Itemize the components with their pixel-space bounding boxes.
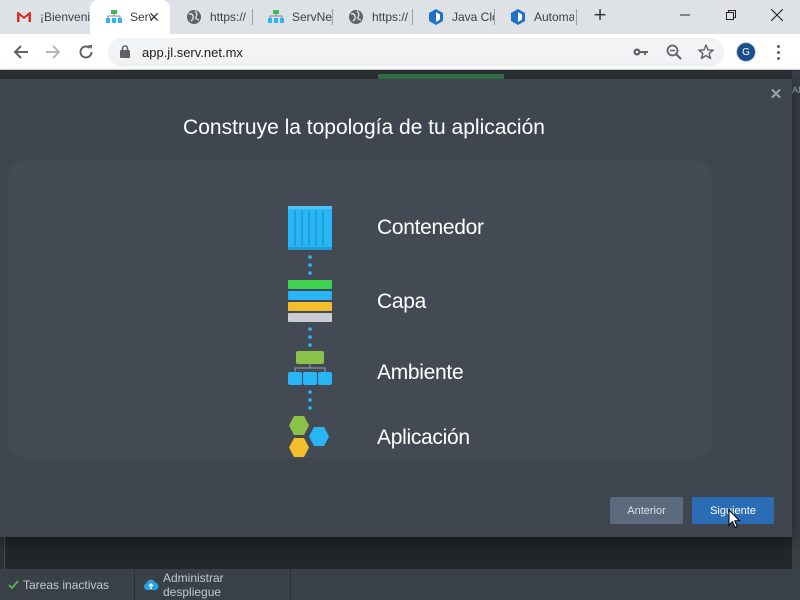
application-icon — [286, 413, 334, 463]
topology-label-layer: Capa — [377, 290, 427, 313]
deploy-label: Administrar despliegue — [163, 570, 224, 599]
tab-separator — [576, 9, 577, 25]
topology-label-application: Aplicación — [377, 426, 470, 449]
bookmark-star-icon[interactable] — [698, 44, 714, 60]
new-tab-button[interactable]: + — [590, 4, 610, 27]
close-window-icon[interactable] — [754, 0, 800, 30]
topology-label-environment: Ambiente — [377, 361, 464, 384]
topology-label-container: Contenedor — [377, 216, 484, 239]
deploy-manager[interactable]: Administrar despliegue — [135, 569, 291, 600]
servnet-icon — [268, 9, 284, 25]
address-bar[interactable]: app.jl.serv.net.mx — [108, 38, 724, 66]
background-side-column — [792, 71, 800, 600]
tab-servnet-2[interactable]: ServNet — [252, 0, 332, 34]
tab-title: https:// — [210, 10, 247, 24]
tab-title: https:// — [372, 10, 409, 24]
container-icon — [286, 205, 334, 251]
cloud-deploy-icon — [143, 579, 159, 591]
key-icon[interactable] — [633, 44, 649, 60]
tab-https-2[interactable]: https:// — [332, 0, 412, 34]
tab-title: ¡Bienvenido — [40, 10, 90, 24]
restore-window-icon[interactable] — [708, 0, 754, 30]
tab-https-1[interactable]: https:// — [170, 0, 252, 34]
environment-icon — [286, 350, 334, 386]
status-bar: Tareas inactivas Administrar despliegue — [0, 569, 800, 600]
background-panel — [4, 537, 792, 569]
tab-title: Automatic — [534, 10, 574, 24]
modal-title: Construye la topología de tu aplicación — [183, 116, 545, 139]
layer-icon — [286, 280, 334, 324]
tab-close-icon[interactable]: ✕ — [148, 9, 160, 26]
profile-avatar[interactable]: G — [736, 42, 756, 62]
servnet-icon — [106, 9, 122, 25]
gmail-icon — [16, 9, 32, 25]
browser-tab-strip: ¡Bienvenido ServNet ✕ https:// ServNet h… — [0, 0, 800, 34]
jelastic-icon — [510, 9, 526, 25]
back-arrow-icon[interactable] — [9, 40, 33, 64]
check-icon — [8, 579, 19, 590]
tab-title: ServNet — [292, 10, 332, 24]
zoom-icon[interactable] — [666, 44, 682, 60]
url-text: app.jl.serv.net.mx — [142, 45, 243, 60]
jelastic-icon — [428, 9, 444, 25]
connector-dots — [308, 327, 312, 347]
tab-title: Java Cloud — [452, 10, 494, 24]
globe-icon — [186, 9, 202, 25]
tasks-status[interactable]: Tareas inactivas — [0, 569, 135, 600]
close-icon[interactable]: ✕ — [768, 86, 784, 103]
tab-servnet-active[interactable]: ServNet ✕ — [90, 0, 170, 34]
tasks-label: Tareas inactivas — [23, 577, 110, 592]
mouse-cursor-icon — [728, 509, 741, 529]
connector-dots — [308, 390, 312, 410]
browser-menu-icon[interactable] — [770, 42, 786, 62]
reload-icon[interactable] — [74, 40, 98, 64]
background-side-label: AI — [792, 85, 800, 95]
previous-button[interactable]: Anterior — [610, 497, 683, 524]
topology-panel — [8, 160, 712, 458]
tab-gmail[interactable]: ¡Bienvenido — [0, 0, 90, 34]
forward-arrow-icon[interactable] — [41, 40, 65, 64]
connector-dots — [308, 255, 312, 275]
globe-icon — [348, 9, 364, 25]
browser-toolbar: app.jl.serv.net.mx G — [0, 34, 800, 70]
minimize-window-icon[interactable] — [662, 0, 708, 30]
lock-icon — [120, 45, 130, 63]
tab-java-cloud[interactable]: Java Cloud — [412, 0, 494, 34]
tab-automatic[interactable]: Automatic — [494, 0, 574, 34]
